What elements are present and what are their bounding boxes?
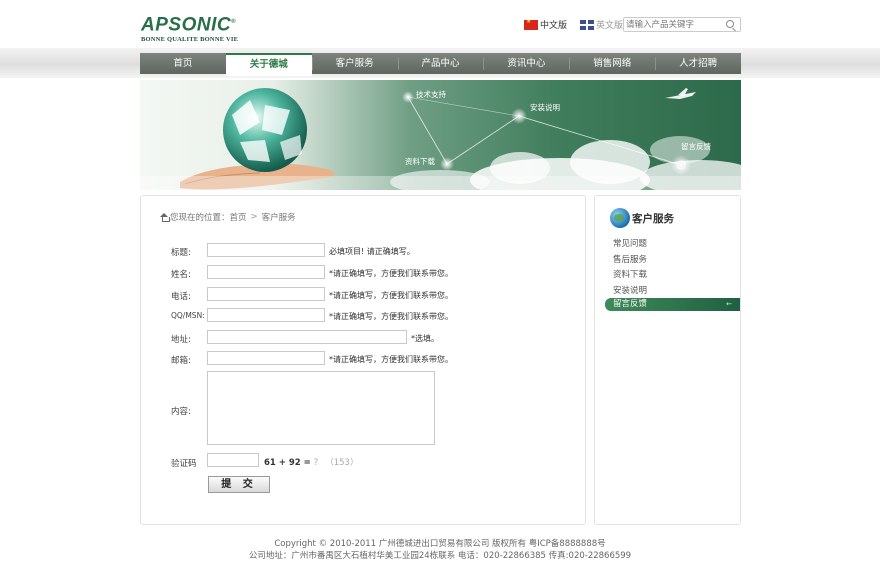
hint-name: *请正确填写，方便我们联系带您。 [329,269,453,278]
search-box [623,17,741,32]
search-icon[interactable] [726,20,734,28]
banner-label-feedback[interactable]: 留言反馈 [681,141,711,152]
hint-email: *请正确填写，方便我们联系带您。 [329,355,453,364]
china-flag-icon [524,19,538,30]
hint-title: 必填项目! 请正确填写。 [329,247,415,256]
sidebar-heading: 客户服务 [610,208,674,228]
banner-label-downloads[interactable]: 资料下载 [405,156,435,167]
address-input[interactable] [207,330,407,344]
label-qq-msn: QQ/MSN: [171,311,205,320]
sidebar-item-faq[interactable]: 常见问题 [613,237,647,249]
captcha-expression: 61 + 92 = ? （153） [264,456,358,468]
breadcrumb-home[interactable]: 首页 [230,211,247,223]
captcha-answer: （153） [325,458,359,468]
label-content: 内容: [171,407,191,417]
nav-item-sales[interactable]: 销售网络 [569,53,655,74]
nav-item-service[interactable]: 客户服务 [311,53,398,74]
hint-phone: *请正确填写，方便我们联系带您。 [329,291,453,300]
banner: 技术支持 安装说明 资料下载 留言反馈 [140,80,741,190]
captcha-question-mark: ? [313,458,319,468]
footer-address: 公司地址：广州市番禺区大石植村华美工业园24栋联系 电话：020-2286638… [248,551,632,561]
logo[interactable]: APSONIC® BONNE QUALITE BONNE VIE [141,12,239,44]
nav-item-home[interactable]: 首页 [140,53,226,74]
label-address: 地址: [171,335,191,345]
captcha-equation: 61 + 92 = [264,458,311,468]
banner-label-tech-support[interactable]: 技术支持 [416,89,446,100]
breadcrumb-prefix: 您现在的位置： [170,213,230,223]
label-title: 标题: [171,248,191,258]
lang-chinese-link[interactable]: 中文版 [524,18,567,31]
main-nav: 首页 关于德城 客户服务 产品中心 资讯中心 销售网络 人才招聘 [140,53,741,76]
nav-item-news[interactable]: 资讯中心 [483,53,569,74]
search-input[interactable] [624,18,720,31]
lang-chinese-label: 中文版 [540,21,568,31]
banner-label-install-guide[interactable]: 安装说明 [530,102,560,113]
label-email: 邮箱: [171,356,191,366]
phone-input[interactable] [207,287,325,301]
captcha-input[interactable] [207,453,259,467]
globe-icon [610,208,630,228]
uk-flag-icon [580,19,594,30]
name-input[interactable] [207,265,325,279]
label-captcha: 验证码 [171,459,197,469]
brand-name: APSONIC® [141,14,236,36]
sidebar-item-downloads[interactable]: 资料下载 [613,268,647,280]
breadcrumb-current: 客户服务 [261,213,296,223]
email-input[interactable] [207,351,325,365]
breadcrumb-separator: > [250,212,258,222]
submit-button[interactable]: 提 交 [208,476,270,493]
sidebar-item-after-sales[interactable]: 售后服务 [613,253,647,265]
hint-address: *选填。 [411,334,439,343]
title-input[interactable] [207,243,325,257]
hint-qq-msn: *请正确填写，方便我们联系带您。 [329,312,453,321]
brand-tagline: BONNE QUALITE BONNE VIE [141,36,239,44]
nav-item-products[interactable]: 产品中心 [397,53,484,74]
breadcrumb: 您现在的位置： 首页 > 客户服务 [160,211,296,223]
label-name: 姓名: [171,270,191,280]
home-icon [160,212,170,222]
nav-item-jobs[interactable]: 人才招聘 [655,53,741,74]
sidebar-title: 客户服务 [632,212,674,225]
label-phone: 电话: [171,292,191,302]
footer-copyright: Copyright © 2010-2011 广州德城进出口贸易有限公司 版权所有… [274,539,606,549]
lang-english-link[interactable]: 英文版 [580,18,623,31]
sidebar-item-install-guide[interactable]: 安装说明 [613,284,647,296]
content-textarea[interactable] [207,371,435,445]
lang-english-label: 英文版 [596,21,624,31]
sidebar-item-feedback[interactable]: 留言反馈 [605,298,740,311]
qq-msn-input[interactable] [207,308,325,322]
nav-item-about[interactable]: 关于德城 [225,53,312,76]
